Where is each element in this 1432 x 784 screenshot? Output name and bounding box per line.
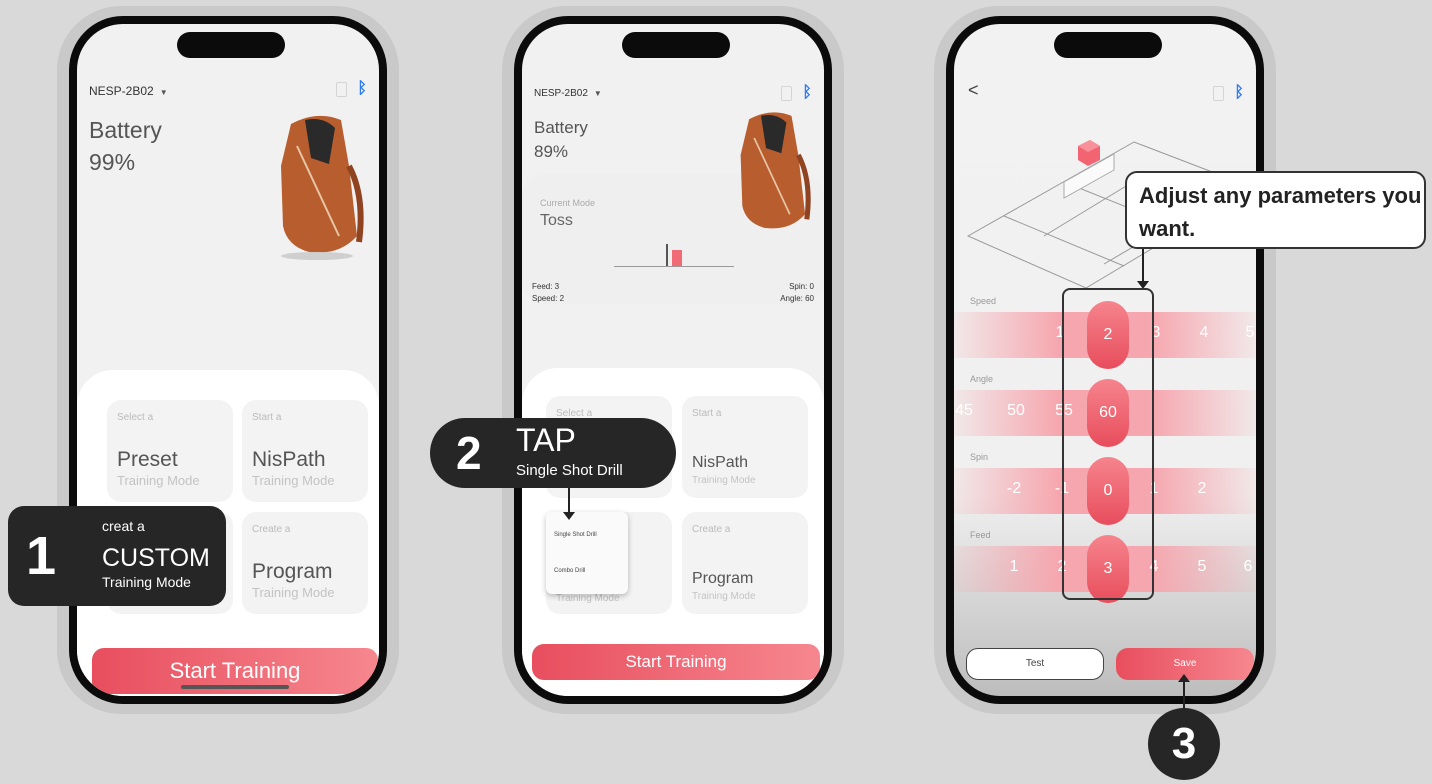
step-3-callout-box: Adjust any parameters you want.	[1125, 171, 1426, 249]
device-icon[interactable]	[1213, 85, 1225, 101]
start-training-button[interactable]: Start Training	[532, 644, 820, 680]
arrow-line	[1183, 682, 1185, 710]
arrow-line	[1142, 249, 1144, 283]
phone-2: NESP-2B02 ▼ ᛒ Battery 89% Current Mode Tos…	[502, 6, 844, 714]
preset-card[interactable]: Select a Preset Training Mode	[107, 400, 233, 502]
combo-drill-option[interactable]: Combo Drill	[554, 568, 585, 574]
caret-down-icon: ▼	[159, 88, 168, 97]
gauge-needle	[666, 244, 668, 266]
battery-display: Battery 89%	[534, 118, 588, 161]
step-3-badge: 3	[1148, 708, 1220, 780]
device-selector[interactable]: NESP-2B02 ▼	[89, 84, 168, 98]
arrow-down-icon	[563, 512, 575, 520]
highlight-box	[1062, 288, 1154, 600]
nispath-card[interactable]: Start a NisPath Training Mode	[682, 396, 808, 498]
dynamic-island	[622, 32, 730, 58]
arrow-up-icon	[1178, 674, 1190, 682]
battery-display: Battery 99%	[89, 117, 162, 175]
phone-2-screen: NESP-2B02 ▼ ᛒ Battery 89% Current Mode Tos…	[522, 24, 824, 696]
angle-gauge-line	[614, 266, 734, 267]
single-shot-drill-option[interactable]: Single Shot Drill	[554, 532, 597, 538]
home-indicator	[181, 685, 289, 689]
phone-1: NESP-2B02 ▼ ᛒ Battery 99% Select a Preset …	[57, 6, 399, 714]
bluetooth-icon[interactable]: ᛒ	[357, 80, 367, 98]
device-icon[interactable]	[336, 81, 348, 97]
gauge-marker	[672, 250, 682, 266]
program-card[interactable]: Create a Program Training Mode	[682, 512, 808, 614]
nispath-card[interactable]: Start a NisPath Training Mode	[242, 400, 368, 502]
step-1-callout: 1 creat a CUSTOM Training Mode	[8, 506, 226, 606]
dynamic-island	[177, 32, 285, 58]
device-icon[interactable]	[781, 85, 793, 101]
drill-popup: Single Shot Drill Combo Drill	[546, 512, 628, 594]
device-selector[interactable]: NESP-2B02 ▼	[534, 88, 602, 99]
backpack-image	[281, 115, 364, 260]
program-card[interactable]: Create a Program Training Mode	[242, 512, 368, 614]
backpack-image	[740, 112, 811, 229]
dynamic-island	[1054, 32, 1162, 58]
back-button[interactable]: <	[968, 80, 979, 101]
bluetooth-icon[interactable]: ᛒ	[1234, 84, 1244, 102]
bluetooth-icon[interactable]: ᛒ	[802, 84, 812, 102]
test-button[interactable]: Test	[966, 648, 1104, 680]
caret-down-icon: ▼	[593, 89, 602, 98]
step-2-callout: 2 TAP Single Shot Drill	[430, 418, 676, 488]
